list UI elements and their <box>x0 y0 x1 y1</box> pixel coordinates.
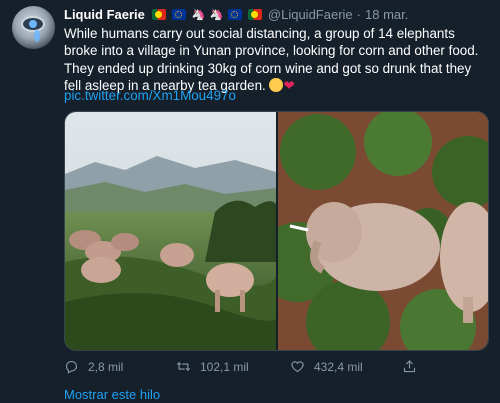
tweet-link[interactable]: pic.twitter.com/Xm1Mou497o <box>64 88 236 103</box>
retweet-icon <box>176 361 191 372</box>
reply-icon <box>65 360 78 374</box>
reply-button[interactable]: 2,8 mil <box>64 359 123 374</box>
tears-of-joy-emoji-icon <box>269 77 284 92</box>
share-icon <box>403 360 416 373</box>
elephants-sleeping-photo[interactable] <box>278 112 488 350</box>
show-thread-link[interactable]: Mostrar este hilo <box>64 387 160 402</box>
unicorn-icon: 🦄 <box>209 8 224 21</box>
tweet-actions: 2,8 mil 102,1 mil 432,4 mil <box>64 359 424 375</box>
tear-graphic <box>34 30 40 42</box>
tweet-date[interactable]: 18 mar. <box>365 7 408 22</box>
tweet[interactable]: Liquid Faerie 🦄 🦄 @LiquidFaerie · 18 mar… <box>0 0 500 403</box>
portugal-flag-icon <box>151 9 166 20</box>
red-heart-emoji-icon: ❤ <box>283 77 295 93</box>
separator-dot: · <box>356 7 361 22</box>
portugal-flag-icon <box>247 9 262 20</box>
eu-flag-icon <box>171 9 186 20</box>
eu-flag-icon <box>227 9 242 20</box>
like-count: 432,4 mil <box>314 359 363 374</box>
elephants-walking-photo[interactable] <box>65 112 276 350</box>
tweet-media[interactable] <box>64 111 489 351</box>
eye-graphic <box>21 16 45 32</box>
display-name[interactable]: Liquid Faerie <box>64 7 145 22</box>
like-button[interactable]: 432,4 mil <box>290 359 363 374</box>
user-handle[interactable]: @LiquidFaerie <box>268 7 353 22</box>
tweet-text: While humans carry out social distancing… <box>64 25 489 94</box>
retweet-button[interactable]: 102,1 mil <box>176 359 249 374</box>
unicorn-icon: 🦄 <box>191 8 206 21</box>
avatar[interactable] <box>12 6 55 49</box>
tweet-header: Liquid Faerie 🦄 🦄 @LiquidFaerie · 18 mar… <box>64 7 408 22</box>
reply-count: 2,8 mil <box>88 359 124 374</box>
retweet-count: 102,1 mil <box>200 359 249 374</box>
share-button[interactable] <box>402 359 417 374</box>
heart-icon <box>291 361 304 373</box>
